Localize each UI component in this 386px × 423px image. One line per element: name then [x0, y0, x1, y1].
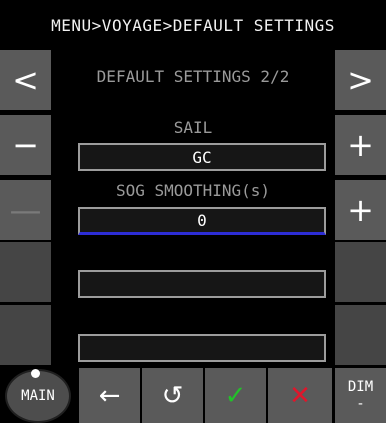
sog-smoothing-decrement-button[interactable]: —	[0, 180, 51, 240]
chevron-right-icon: >	[347, 61, 374, 99]
dim-button-label: DIM	[347, 378, 374, 395]
bottom-toolbar: MAIN ← ↺ ✓ ✕ DIM -	[0, 368, 386, 423]
arrow-left-icon: ←	[98, 380, 121, 411]
sail-decrement-button[interactable]: −	[0, 115, 51, 175]
empty-side-button-right-4[interactable]	[335, 242, 386, 302]
cross-icon: ✕	[289, 380, 311, 411]
page-label: DEFAULT SETTINGS 2/2	[96, 67, 290, 86]
minus-icon: −	[12, 126, 39, 164]
plus-icon: +	[347, 191, 374, 229]
sog-smoothing-value-field[interactable]: 0	[78, 207, 326, 235]
plus-icon: +	[347, 126, 374, 164]
breadcrumb-title: MENU>VOYAGE>DEFAULT SETTINGS	[51, 15, 335, 35]
main-button-circle: MAIN	[5, 368, 71, 423]
chevron-left-icon: <	[12, 61, 39, 99]
confirm-button[interactable]: ✓	[205, 368, 266, 423]
dim-level-value: -	[356, 395, 365, 412]
empty-side-button-left-4[interactable]	[0, 242, 51, 302]
next-page-button[interactable]: >	[335, 50, 386, 110]
reset-icon: ↺	[161, 380, 184, 411]
minus-icon: —	[9, 191, 42, 229]
empty-side-button-left-5[interactable]	[0, 305, 51, 365]
empty-side-button-right-5[interactable]	[335, 305, 386, 365]
back-button[interactable]: ←	[79, 368, 140, 423]
prev-page-button[interactable]: <	[0, 50, 51, 110]
dim-button[interactable]: DIM -	[335, 368, 386, 423]
sail-value-field[interactable]: GC	[78, 143, 326, 171]
sail-increment-button[interactable]: +	[335, 115, 386, 175]
indicator-dot-icon	[31, 368, 40, 378]
checkmark-icon: ✓	[224, 380, 247, 411]
sog-smoothing-increment-button[interactable]: +	[335, 180, 386, 240]
reset-button[interactable]: ↺	[142, 368, 203, 423]
cancel-button[interactable]: ✕	[268, 368, 332, 423]
main-button[interactable]: MAIN	[0, 368, 76, 423]
sog-smoothing-label: SOG SMOOTHING(s)	[115, 181, 271, 200]
main-button-label: MAIN	[21, 387, 55, 404]
empty-field-1[interactable]	[78, 270, 326, 298]
empty-field-2[interactable]	[78, 334, 326, 362]
sail-label: SAIL	[173, 118, 213, 137]
